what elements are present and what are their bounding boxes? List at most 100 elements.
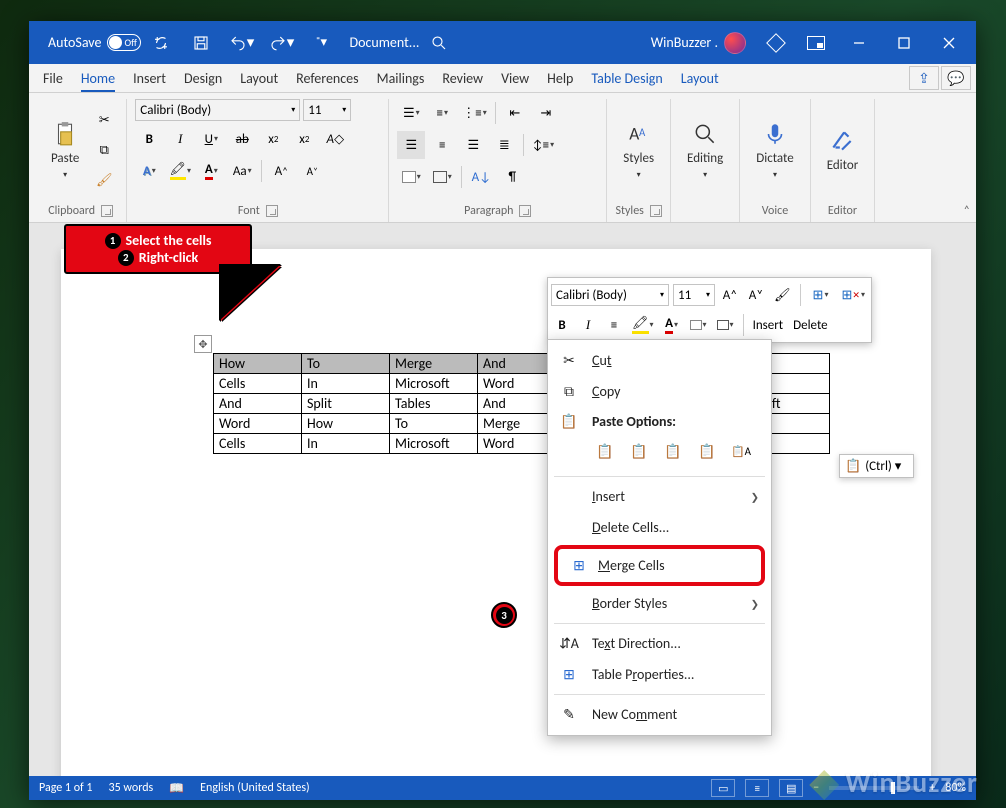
mini-insert-dropdown[interactable]: ⊞▾ (807, 281, 835, 309)
paste-insert-new[interactable]: 📋 (660, 438, 686, 464)
status-words[interactable]: 35 words (109, 781, 154, 795)
font-dialog-launcher[interactable] (266, 205, 278, 217)
font-color-button[interactable]: A▾ (197, 157, 225, 185)
mini-format-painter[interactable]: 🖌 (771, 284, 794, 306)
mini-delete-dropdown[interactable]: ⊞✕▾ (839, 281, 868, 309)
styles-dialog-launcher[interactable] (650, 205, 662, 217)
decrease-indent-button[interactable]: ⇤ (501, 99, 529, 127)
mini-align[interactable]: ≡ (603, 314, 625, 336)
format-painter-button[interactable]: 🖌 (90, 167, 118, 195)
shading-button[interactable]: ▾ (397, 163, 425, 191)
strikethrough-button[interactable]: ab (228, 125, 256, 153)
numbering-button[interactable]: ≡▾ (428, 99, 456, 127)
mini-insert-label[interactable]: Insert (750, 311, 787, 339)
mini-shading[interactable]: ▾ (687, 314, 710, 336)
clipboard-dialog-launcher[interactable] (101, 205, 113, 217)
paste-keep-text[interactable]: 📋 (694, 438, 720, 464)
autosave-toggle[interactable]: AutoSave Off (48, 34, 141, 51)
paste-button[interactable]: Paste▾ (43, 117, 87, 184)
status-proofing-icon[interactable]: 📖 (169, 781, 184, 796)
paste-text-only[interactable]: 📋A (728, 438, 754, 464)
status-page[interactable]: Page 1 of 1 (39, 781, 93, 795)
ctx-cut[interactable]: ✂Cut (548, 345, 771, 376)
mini-font-combo[interactable]: Calibri (Body)▾ (551, 284, 669, 306)
tab-file[interactable]: File (34, 66, 72, 91)
tab-view[interactable]: View (492, 66, 538, 91)
mini-highlight[interactable]: 🖍▾ (629, 314, 657, 336)
close-button[interactable] (926, 21, 971, 64)
tab-home[interactable]: Home (72, 66, 124, 91)
italic-button[interactable]: I (166, 125, 194, 153)
align-right-button[interactable]: ☰ (459, 131, 487, 159)
sync-icon[interactable] (141, 21, 181, 64)
sort-button[interactable]: A↓ (467, 163, 495, 191)
paste-options-badge[interactable]: 📋 (Ctrl) ▾ (839, 454, 914, 478)
paste-merge-table[interactable]: 📋 (626, 438, 652, 464)
align-left-button[interactable]: ☰ (397, 131, 425, 159)
text-effects-button[interactable]: A▾ (135, 157, 163, 185)
line-spacing-button[interactable]: ↕≡▾ (529, 131, 557, 159)
styles-button[interactable]: AA Styles▾ (615, 99, 662, 202)
bold-button[interactable]: B (135, 125, 163, 153)
mini-italic[interactable]: I (577, 314, 599, 336)
account-avatar[interactable] (724, 32, 746, 54)
tab-design[interactable]: Design (175, 66, 231, 91)
view-print[interactable]: ≡ (745, 779, 769, 797)
tab-table-design[interactable]: Table Design (582, 66, 671, 91)
clear-format-button[interactable]: A◇ (321, 125, 349, 153)
ctx-merge-cells[interactable]: ⊞Merge Cells (558, 549, 761, 582)
copy-button[interactable]: ⧉ (90, 137, 118, 165)
ctx-new-comment[interactable]: ✎New Comment (548, 699, 771, 730)
paragraph-dialog-launcher[interactable] (519, 205, 531, 217)
premium-icon[interactable] (756, 21, 796, 64)
ctx-border-styles[interactable]: Border Styles❯ (548, 588, 771, 619)
show-marks-button[interactable]: ¶ (498, 163, 526, 191)
minimize-button[interactable] (836, 21, 881, 64)
editor-button[interactable]: Editor (819, 99, 867, 202)
superscript-button[interactable]: x2 (290, 125, 318, 153)
tab-help[interactable]: Help (538, 66, 582, 91)
paste-nest-table[interactable]: 📋 (592, 438, 618, 464)
tab-references[interactable]: References (287, 66, 367, 91)
comments-button[interactable]: 💬 (941, 66, 971, 90)
font-name-combo[interactable]: Calibri (Body)▾ (135, 99, 300, 121)
increase-indent-button[interactable]: ⇥ (532, 99, 560, 127)
align-center-button[interactable]: ≡ (428, 131, 456, 159)
document-canvas[interactable]: 1Select the cells 2Right-click ✥ HowToMe… (29, 223, 976, 776)
ctx-text-direction[interactable]: ⇵AText Direction... (548, 628, 771, 659)
change-case-button[interactable]: Aa▾ (228, 157, 256, 185)
shrink-font-button[interactable]: A˅ (298, 157, 326, 185)
grow-font-button[interactable]: A˄ (267, 157, 295, 185)
tab-insert[interactable]: Insert (124, 66, 175, 91)
view-web[interactable]: ▤ (779, 779, 803, 797)
mini-delete-label[interactable]: Delete (790, 311, 831, 339)
share-button[interactable]: ⇪ (909, 66, 939, 90)
ctx-table-properties[interactable]: ⊞Table Properties... (548, 659, 771, 690)
subscript-button[interactable]: x2 (259, 125, 287, 153)
mini-borders[interactable]: ▾ (714, 314, 737, 336)
mini-font-color[interactable]: A▾ (661, 314, 683, 336)
collapse-ribbon-button[interactable]: ˄ (964, 204, 970, 218)
ctx-delete-cells[interactable]: Delete Cells... (548, 512, 771, 543)
maximize-button[interactable] (881, 21, 926, 64)
ctx-copy[interactable]: ⧉Copy (548, 376, 771, 407)
dictate-button[interactable]: Dictate▾ (748, 99, 801, 202)
mini-grow-font[interactable]: A˄ (719, 284, 741, 306)
mini-shrink-font[interactable]: A˅ (745, 284, 767, 306)
mini-size-combo[interactable]: 11▾ (673, 284, 715, 306)
undo-button[interactable]: ▾ (221, 21, 261, 64)
tab-layout[interactable]: Layout (231, 66, 287, 91)
cut-button[interactable]: ✂ (90, 107, 118, 135)
font-size-combo[interactable]: 11▾ (303, 99, 351, 121)
underline-button[interactable]: U▾ (197, 125, 225, 153)
bullets-button[interactable]: ☰▾ (397, 99, 425, 127)
save-icon[interactable] (181, 21, 221, 64)
ctx-insert[interactable]: Insert❯ (548, 481, 771, 512)
redo-button[interactable]: ▾ (261, 21, 301, 64)
table-move-handle[interactable]: ✥ (194, 335, 212, 353)
tab-table-layout[interactable]: Layout (672, 66, 728, 91)
borders-button[interactable]: ▾ (428, 163, 456, 191)
multilevel-button[interactable]: ⋮≡▾ (459, 99, 490, 127)
highlight-button[interactable]: 🖍▾ (166, 157, 194, 185)
tab-review[interactable]: Review (433, 66, 492, 91)
